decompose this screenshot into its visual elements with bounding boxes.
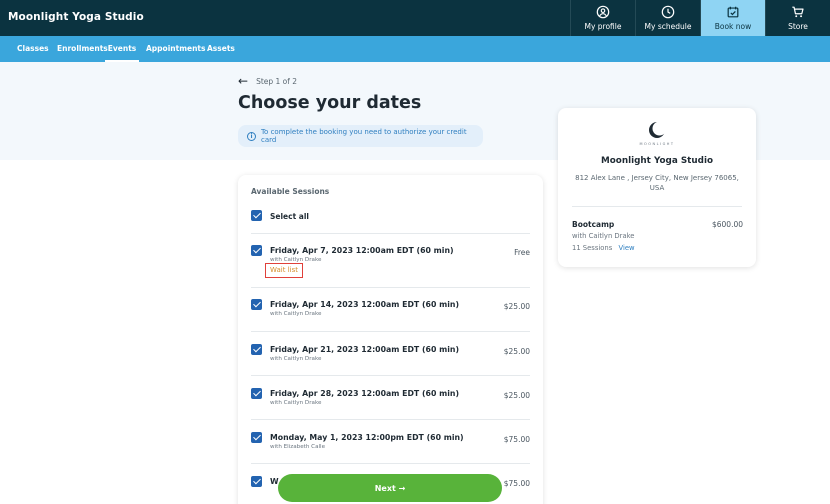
step-indicator: ← Step 1 of 2 bbox=[238, 75, 298, 87]
studio-address: 812 Alex Lane , Jersey City, New Jersey … bbox=[575, 174, 739, 192]
session-instructor: with Elizabeth Calle bbox=[270, 444, 326, 450]
wait-list-badge[interactable]: Wait list bbox=[265, 263, 303, 278]
tab-appointments[interactable]: Appointments bbox=[146, 36, 205, 62]
nav-book-now[interactable]: Book now bbox=[700, 0, 765, 36]
program-name: Bootcamp bbox=[572, 220, 615, 229]
sub-nav: Classes Enrollments Events Appointments … bbox=[0, 36, 830, 62]
app-title: Moonlight Yoga Studio bbox=[8, 11, 144, 23]
session-checkbox[interactable] bbox=[251, 299, 262, 310]
tab-events[interactable]: Events bbox=[105, 36, 139, 62]
session-price: Free bbox=[514, 248, 530, 257]
sessions-count: 11 Sessions bbox=[572, 244, 613, 252]
divider bbox=[251, 419, 530, 420]
studio-summary-card: MOONLIGHT Moonlight Yoga Studio 812 Alex… bbox=[558, 108, 756, 267]
top-nav: My profile My schedule Book now Store bbox=[570, 0, 830, 36]
session-checkbox[interactable] bbox=[251, 388, 262, 399]
nav-store[interactable]: Store bbox=[765, 0, 830, 36]
page-title: Choose your dates bbox=[238, 93, 422, 113]
top-header: Moonlight Yoga Studio My profile My sche… bbox=[0, 0, 830, 36]
session-price: $75.00 bbox=[503, 435, 530, 444]
back-arrow-icon[interactable]: ← bbox=[238, 75, 248, 87]
session-checkbox[interactable] bbox=[251, 245, 262, 256]
session-instructor: with Caitlyn Drake bbox=[270, 400, 322, 406]
session-title: Friday, Apr 7, 2023 12:00am EDT (60 min) bbox=[270, 246, 454, 255]
step-text: Step 1 of 2 bbox=[256, 76, 298, 86]
clock-icon bbox=[661, 5, 675, 19]
info-icon: i bbox=[247, 131, 256, 141]
nav-label: My schedule bbox=[644, 22, 692, 31]
divider bbox=[572, 206, 742, 207]
divider bbox=[251, 375, 530, 376]
session-instructor: with Caitlyn Drake bbox=[270, 356, 322, 362]
cart-icon bbox=[792, 6, 804, 18]
info-text: To complete the booking you need to auth… bbox=[260, 128, 467, 144]
nav-my-profile[interactable]: My profile bbox=[570, 0, 635, 36]
select-all-checkbox[interactable] bbox=[251, 210, 262, 221]
nav-my-schedule[interactable]: My schedule bbox=[635, 0, 700, 36]
session-title: Friday, Apr 14, 2023 12:00am EDT (60 min… bbox=[270, 300, 460, 309]
studio-name: Moonlight Yoga Studio bbox=[600, 156, 714, 166]
sessions-heading: Available Sessions bbox=[251, 187, 330, 196]
calendar-check-icon bbox=[727, 6, 739, 18]
program-price: $600.00 bbox=[711, 220, 743, 229]
logo-text: MOONLIGHT bbox=[639, 142, 675, 146]
moon-logo-icon bbox=[649, 121, 667, 138]
session-title: Friday, Apr 28, 2023 12:00am EDT (60 min… bbox=[270, 389, 460, 398]
nav-label: Book now bbox=[714, 22, 752, 31]
session-price: $75.00 bbox=[503, 479, 530, 488]
select-all-label: Select all bbox=[270, 212, 309, 221]
nav-label: Store bbox=[788, 22, 808, 31]
next-button[interactable]: Next → bbox=[278, 474, 502, 502]
program-sessions: 11 Sessions View bbox=[572, 244, 635, 252]
view-link[interactable]: View bbox=[618, 244, 634, 252]
sessions-card: Available Sessions Select all Friday, Ap… bbox=[238, 175, 543, 504]
info-banner: i To complete the booking you need to au… bbox=[238, 125, 483, 147]
user-circle-icon bbox=[596, 5, 610, 19]
tab-classes[interactable]: Classes bbox=[17, 36, 49, 62]
tab-assets[interactable]: Assets bbox=[207, 36, 235, 62]
session-instructor: with Caitlyn Drake bbox=[270, 311, 322, 317]
nav-label: My profile bbox=[584, 22, 622, 31]
session-price: $25.00 bbox=[503, 391, 530, 400]
session-price: $25.00 bbox=[503, 302, 530, 311]
tab-enrollments[interactable]: Enrollments bbox=[57, 36, 108, 62]
divider bbox=[251, 463, 530, 464]
program-instructor: with Caitlyn Drake bbox=[572, 232, 635, 240]
session-price: $25.00 bbox=[503, 347, 530, 356]
session-title: Friday, Apr 21, 2023 12:00am EDT (60 min… bbox=[270, 345, 460, 354]
divider bbox=[251, 331, 530, 332]
session-checkbox[interactable] bbox=[251, 344, 262, 355]
divider bbox=[251, 287, 530, 288]
session-title: Monday, May 1, 2023 12:00pm EDT (60 min) bbox=[270, 433, 464, 442]
session-checkbox[interactable] bbox=[251, 432, 262, 443]
divider bbox=[251, 233, 530, 234]
session-checkbox[interactable] bbox=[251, 476, 262, 487]
